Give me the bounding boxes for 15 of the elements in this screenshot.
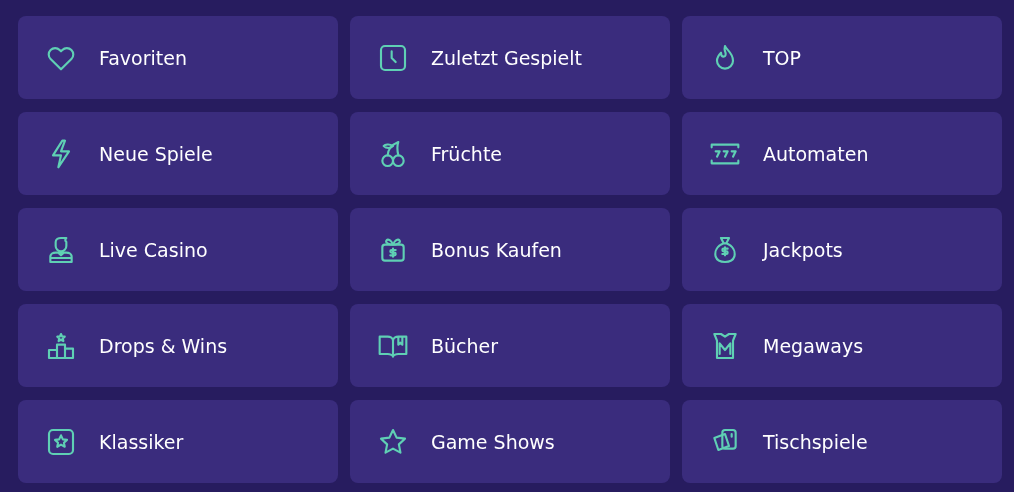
category-button[interactable]: Favoriten — [18, 16, 338, 99]
category-button[interactable]: Früchte — [350, 112, 670, 195]
category-button[interactable]: Bücher — [350, 304, 670, 387]
category-button[interactable]: Tischspiele — [682, 400, 1002, 483]
category-button[interactable]: Klassiker — [18, 400, 338, 483]
category-button[interactable]: Game Shows — [350, 400, 670, 483]
category-button[interactable]: Zuletzt Gespielt — [350, 16, 670, 99]
category-button[interactable]: Drops & Wins — [18, 304, 338, 387]
category-button[interactable]: TOP — [682, 16, 1002, 99]
category-button[interactable]: Jackpots — [682, 208, 1002, 291]
category-button[interactable]: Bonus Kaufen — [350, 208, 670, 291]
category-button[interactable]: Automaten — [682, 112, 1002, 195]
category-button[interactable]: Neue Spiele — [18, 112, 338, 195]
category-button[interactable]: Live Casino — [18, 208, 338, 291]
category-button[interactable]: Megaways — [682, 304, 1002, 387]
